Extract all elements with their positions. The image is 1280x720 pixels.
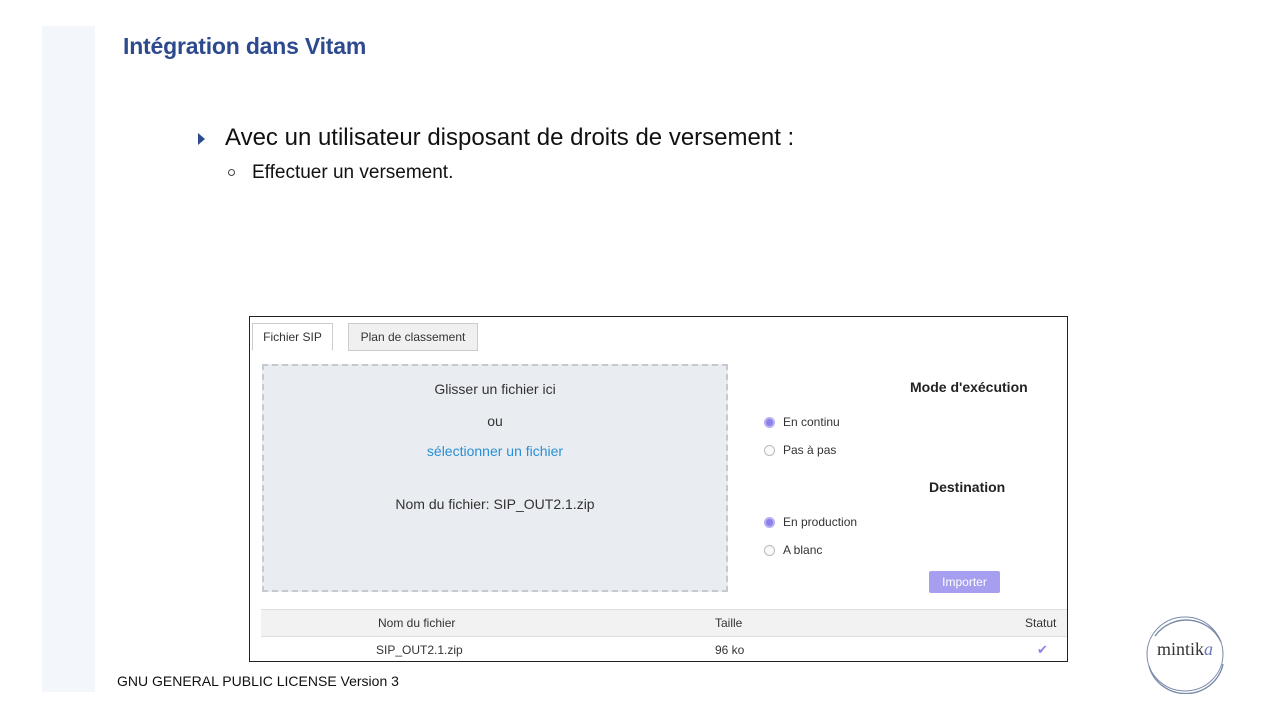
radio-pas-a-pas[interactable]: Pas à pas bbox=[764, 443, 836, 457]
slide-title: Intégration dans Vitam bbox=[123, 33, 367, 59]
tab-fichier-sip[interactable]: Fichier SIP bbox=[252, 323, 333, 351]
radio-label: A blanc bbox=[783, 543, 823, 557]
tab-plan-de-classement[interactable]: Plan de classement bbox=[348, 323, 478, 351]
row-file-size: 96 ko bbox=[715, 643, 745, 657]
radio-label: En production bbox=[783, 515, 858, 529]
circle-bullet-icon bbox=[228, 169, 235, 176]
radio-en-production[interactable]: En production bbox=[764, 515, 857, 529]
destination-heading: Destination bbox=[929, 479, 1006, 495]
filename-text: Nom du fichier: SIP_OUT2.1.zip bbox=[395, 496, 595, 512]
header-nom-du-fichier[interactable]: Nom du fichier bbox=[378, 610, 455, 636]
bullet-main-text: Avec un utilisateur disposant de droits … bbox=[225, 124, 795, 151]
header-statut[interactable]: Statut bbox=[1025, 610, 1056, 636]
row-file-name: SIP_OUT2.1.zip bbox=[376, 643, 463, 657]
check-icon: ✔ bbox=[1037, 642, 1048, 657]
radio-label: En continu bbox=[783, 415, 840, 429]
radio-label: Pas à pas bbox=[783, 443, 837, 457]
drag-text: Glisser un fichier ici bbox=[434, 381, 556, 397]
table-row[interactable]: SIP_OUT2.1.zip 96 ko ✔ bbox=[261, 638, 1067, 661]
vitam-screenshot: Fichier SIP Plan de classement Glisser u… bbox=[249, 316, 1068, 662]
import-button[interactable]: Importer bbox=[929, 571, 1000, 593]
or-text: ou bbox=[487, 413, 503, 429]
logo-text-accent: a bbox=[1204, 639, 1214, 659]
select-file-link[interactable]: sélectionner un fichier bbox=[427, 443, 563, 459]
mode-heading: Mode d'exécution bbox=[910, 379, 1028, 395]
header-taille[interactable]: Taille bbox=[715, 610, 742, 636]
radio-unselected-icon bbox=[764, 544, 775, 556]
left-band bbox=[42, 26, 95, 692]
mintika-logo: mintika bbox=[1143, 614, 1229, 695]
footer-license: GNU GENERAL PUBLIC LICENSE Version 3 bbox=[117, 673, 399, 689]
table-header: Nom du fichier Taille Statut bbox=[261, 609, 1067, 637]
radio-selected-icon bbox=[764, 416, 775, 428]
file-dropzone[interactable]: Glisser un fichier ici ou sélectionner u… bbox=[262, 364, 728, 592]
radio-a-blanc[interactable]: A blanc bbox=[764, 543, 822, 557]
triangle-bullet-icon bbox=[198, 133, 205, 145]
radio-en-continu[interactable]: En continu bbox=[764, 415, 840, 429]
radio-selected-icon bbox=[764, 516, 775, 528]
bullet-sub-text: Effectuer un versement. bbox=[252, 162, 454, 183]
logo-text: mintik bbox=[1157, 639, 1205, 659]
radio-unselected-icon bbox=[764, 444, 775, 456]
